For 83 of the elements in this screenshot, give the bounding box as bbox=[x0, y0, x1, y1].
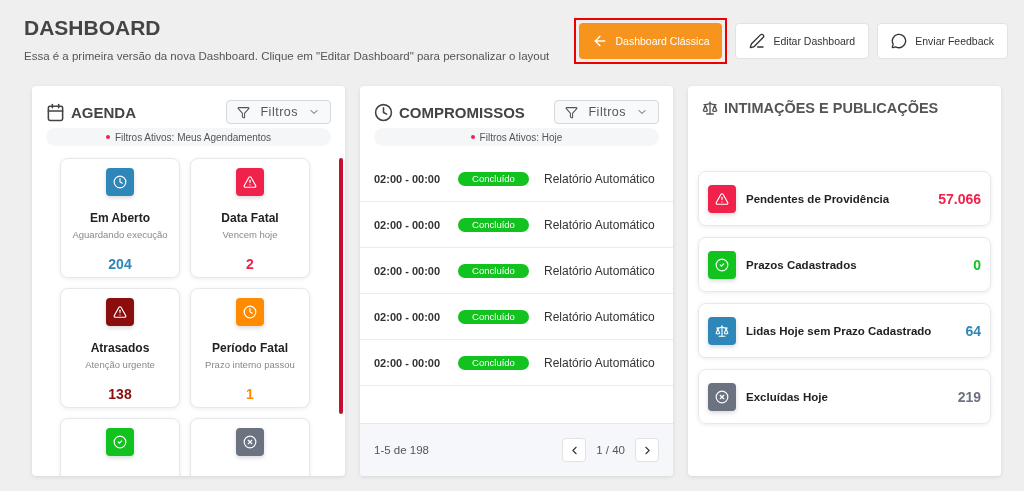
status-tile[interactable]: Data Fatal Vencem hoje 2 bbox=[190, 158, 310, 278]
page-indicator: 1 / 40 bbox=[596, 444, 625, 456]
tile-count: 138 bbox=[108, 386, 132, 402]
scale-icon bbox=[702, 100, 718, 116]
page-subtitle: Essa é a primeira versão da nova Dashboard. Clique em "Editar Dashboard" para personalizar o layout bbox=[24, 50, 550, 62]
page-title: DASHBOARD bbox=[24, 16, 162, 40]
item-label: Lidas Hoje sem Prazo Cadastrado bbox=[746, 324, 933, 337]
tile-count: 1 bbox=[246, 386, 254, 402]
status-badge: Concluído bbox=[458, 171, 529, 186]
card-title: COMPROMISSOS bbox=[399, 103, 525, 121]
warning-icon bbox=[243, 175, 257, 189]
scale-icon bbox=[715, 323, 729, 338]
status-dot-icon bbox=[470, 135, 475, 139]
tile-subtitle: Vencem hoje bbox=[222, 229, 278, 240]
action-button[interactable]: Editar Dashboard bbox=[735, 23, 870, 59]
item-label: Excluídas Hoje bbox=[746, 390, 829, 403]
filter-icon bbox=[237, 105, 251, 119]
x-circle-icon bbox=[715, 389, 729, 404]
card-title: AGENDA bbox=[71, 103, 136, 121]
x-circle-icon bbox=[243, 435, 257, 449]
results-range: 1-5 de 198 bbox=[374, 444, 429, 456]
status-badge: Concluído bbox=[458, 355, 529, 370]
item-label: Prazos Cadastrados bbox=[746, 258, 858, 271]
appointment-title: Relatório Automático bbox=[544, 217, 655, 232]
appointment-title: Relatório Automático bbox=[544, 263, 655, 278]
item-label: Pendentes de Providência bbox=[746, 192, 891, 205]
status-tile[interactable]: Atrasados Atenção urgente 138 bbox=[60, 288, 180, 408]
publication-item[interactable]: Pendentes de Providência 57.066 bbox=[698, 171, 991, 226]
tile-count: 204 bbox=[108, 256, 132, 272]
filter-button[interactable]: Filtros bbox=[226, 100, 331, 124]
tile-title: Em Aberto bbox=[89, 211, 151, 225]
tile-subtitle: Aguardando execução bbox=[72, 229, 168, 240]
appointment-row[interactable]: 02:00 - 00:00 Concluído Relatório Automático bbox=[360, 340, 673, 386]
appointment-time: 02:00 - 00:00 bbox=[374, 356, 442, 369]
tile-subtitle: Prazo interno passou bbox=[205, 359, 295, 370]
status-badge: Concluído bbox=[458, 309, 529, 324]
tile-title: Data Fatal bbox=[221, 211, 279, 225]
publication-item[interactable]: Prazos Cadastrados 0 bbox=[698, 237, 991, 292]
status-tile[interactable]: Em Aberto Aguardando execução 204 bbox=[60, 158, 180, 278]
action-button[interactable]: Enviar Feedback bbox=[877, 23, 1008, 59]
filter-button[interactable]: Filtros bbox=[554, 100, 659, 124]
next-page-button[interactable] bbox=[635, 438, 659, 462]
status-badge: Concluído bbox=[458, 217, 529, 232]
status-tile[interactable]: Período Fatal Prazo interno passou 1 bbox=[190, 288, 310, 408]
appointment-time: 02:00 - 00:00 bbox=[374, 218, 442, 231]
appointment-row[interactable]: 02:00 - 00:00 Concluído Relatório Automático bbox=[360, 294, 673, 340]
appointment-time: 02:00 - 00:00 bbox=[374, 264, 442, 277]
scrollbar[interactable] bbox=[339, 158, 343, 414]
active-filters-text: Filtros Ativos: Meus Agendamentos bbox=[114, 131, 272, 143]
appointment-time: 02:00 - 00:00 bbox=[374, 172, 442, 185]
item-count: 64 bbox=[965, 322, 981, 339]
warning-icon bbox=[715, 191, 729, 206]
active-filters-text: Filtros Ativos: Hoje bbox=[479, 131, 563, 143]
appointment-row[interactable]: 02:00 - 00:00 Concluído Relatório Automático bbox=[360, 156, 673, 202]
previous-page-button[interactable] bbox=[562, 438, 587, 462]
clock-icon bbox=[374, 102, 393, 122]
publication-item[interactable]: Excluídas Hoje 219 bbox=[698, 369, 991, 424]
status-badge: Concluído bbox=[458, 263, 529, 278]
tile-title: Atrasados bbox=[90, 341, 150, 355]
card-title: INTIMAÇÕES E PUBLICAÇÕES bbox=[724, 100, 939, 116]
warning-icon bbox=[113, 305, 127, 319]
status-dot-icon bbox=[105, 135, 110, 139]
tile-title: Período Fatal bbox=[212, 341, 288, 355]
tile-subtitle: Atenção urgente bbox=[85, 359, 155, 370]
check-circle-icon bbox=[113, 435, 127, 449]
appointment-title: Relatório Automático bbox=[544, 171, 655, 186]
clock-icon bbox=[243, 305, 257, 319]
item-count: 219 bbox=[957, 388, 981, 405]
appointment-time: 02:00 - 00:00 bbox=[374, 310, 442, 323]
appointment-title: Relatório Automático bbox=[544, 355, 655, 370]
appointment-row[interactable]: 02:00 - 00:00 Concluído Relatório Automático bbox=[360, 202, 673, 248]
item-count: 57.066 bbox=[938, 190, 981, 207]
publication-item[interactable]: Lidas Hoje sem Prazo Cadastrado 64 bbox=[698, 303, 991, 358]
calendar-icon bbox=[46, 102, 65, 122]
appointment-title: Relatório Automático bbox=[544, 309, 655, 324]
appointment-row[interactable]: 02:00 - 00:00 Concluído Relatório Automático bbox=[360, 248, 673, 294]
check-circle-icon bbox=[715, 257, 729, 272]
item-count: 0 bbox=[973, 256, 981, 273]
filter-icon bbox=[565, 105, 579, 119]
chat-bubble-icon bbox=[891, 33, 908, 49]
pen-icon bbox=[749, 33, 766, 49]
tile-count: 2 bbox=[246, 256, 254, 272]
clock-icon bbox=[113, 175, 127, 189]
